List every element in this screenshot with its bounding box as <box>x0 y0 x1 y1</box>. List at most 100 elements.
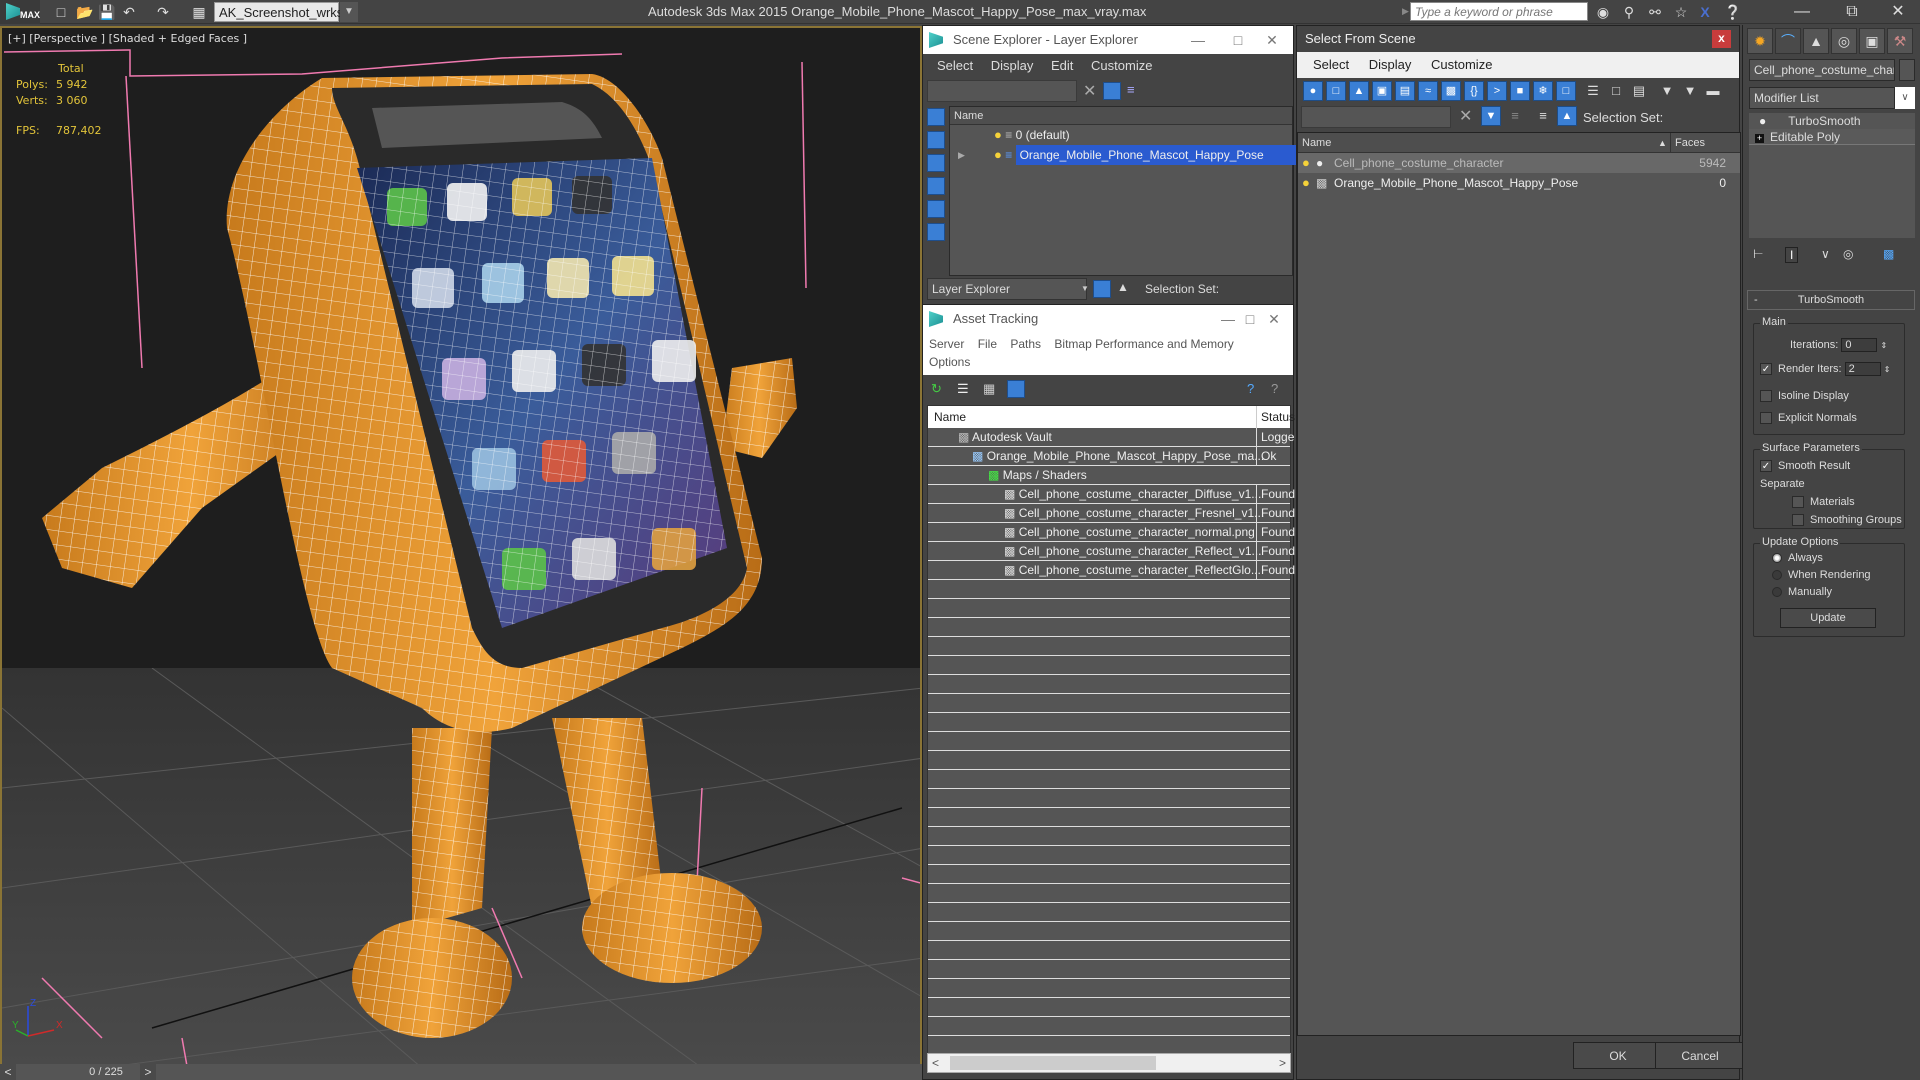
clear-icon[interactable]: ✕ <box>1083 81 1096 101</box>
hierarchy-icon[interactable]: ▲ <box>1557 106 1577 126</box>
groups-filter-icon[interactable]: ▩ <box>1441 81 1461 101</box>
help-icon[interactable]: ❔ <box>1724 3 1742 21</box>
object-row-selected[interactable]: ● ● Cell_phone_costume_character 5942 <box>1298 153 1740 173</box>
horizontal-scrollbar[interactable]: < > <box>927 1053 1291 1073</box>
menu-paths[interactable]: Paths <box>1010 337 1041 351</box>
asset-row[interactable]: ▩ Cell_phone_costume_character_Diffuse_v… <box>928 485 1295 504</box>
undo-icon[interactable]: ↶ <box>120 3 138 21</box>
show-end-result-icon[interactable]: I <box>1785 247 1799 263</box>
chevron-down-icon[interactable]: ▼ <box>1081 284 1089 293</box>
make-unique-icon[interactable]: ∨ <box>1821 247 1830 261</box>
project-folder-icon[interactable]: ▦ <box>190 3 208 21</box>
save-icon[interactable]: 💾 <box>98 3 116 21</box>
clear-icon[interactable]: ✕ <box>1459 106 1472 126</box>
materials-checkbox[interactable] <box>1792 496 1804 509</box>
menu-edit[interactable]: Edit <box>1051 58 1073 73</box>
search-expand-icon[interactable]: ▶ <box>1402 6 1409 17</box>
scene-explorer-titlebar[interactable]: Scene Explorer - Layer Explorer — □ ✕ <box>923 26 1293 54</box>
close-button[interactable]: ✕ <box>1876 0 1920 24</box>
new-file-icon[interactable]: □ <box>52 3 70 21</box>
close-button[interactable]: ✕ <box>1259 305 1289 333</box>
asset-row[interactable]: ▩ Cell_phone_costume_character_Fresnel_v… <box>928 504 1295 523</box>
remove-modifier-icon[interactable]: ◎ <box>1843 247 1853 261</box>
thumbnail-view-icon[interactable]: ▦ <box>983 381 995 397</box>
frame-indicator[interactable]: 0 / 225 <box>60 1064 152 1080</box>
menu-bitmap-performance[interactable]: Bitmap Performance and Memory <box>1054 337 1233 351</box>
configure-sets-icon[interactable]: ▩ <box>1883 247 1894 261</box>
menu-customize[interactable]: Customize <box>1431 57 1492 72</box>
minimize-button[interactable]: — <box>1183 26 1213 54</box>
containers-filter-icon[interactable]: ■ <box>1510 81 1530 101</box>
spacewarps-filter-icon[interactable]: ≈ <box>1418 81 1438 101</box>
menu-select[interactable]: Select <box>937 58 973 73</box>
utilities-tab-icon[interactable]: ⚒ <box>1887 28 1913 54</box>
shapes-filter-icon[interactable] <box>927 131 945 149</box>
menu-display[interactable]: Display <box>1369 57 1412 72</box>
isoline-checkbox[interactable] <box>1760 390 1772 403</box>
search-input[interactable]: Type a keyword or phrase <box>1410 2 1588 21</box>
asset-row[interactable]: ▩ Autodesk Vault Logge <box>928 428 1294 447</box>
hierarchy-icon[interactable]: ▲ <box>1117 280 1129 294</box>
scroll-left-icon[interactable]: < <box>932 1056 939 1070</box>
select-from-scene-titlebar[interactable]: Select From Scene x <box>1297 26 1739 52</box>
asset-row[interactable]: ▩ Orange_Mobile_Phone_Mascot_Happy_Pose_… <box>928 447 1290 466</box>
spacewarps-filter-icon[interactable] <box>927 223 945 241</box>
update-button[interactable]: Update <box>1780 608 1876 628</box>
column-name[interactable]: Name <box>1298 137 1331 149</box>
modifier-on-bulb-icon[interactable]: ● <box>1759 114 1766 128</box>
asset-row[interactable]: ▩ Maps / Shaders <box>928 466 1290 485</box>
select-all-icon[interactable]: ☰ <box>1583 81 1603 101</box>
visibility-bulb-icon[interactable]: ● <box>1302 153 1310 173</box>
explorer-type-dropdown[interactable]: Layer Explorer <box>927 278 1087 300</box>
menu-options[interactable]: Options <box>929 355 970 369</box>
restore-button[interactable]: ⧉ <box>1830 0 1874 24</box>
object-color-swatch[interactable] <box>1899 59 1915 81</box>
collapse-icon[interactable]: - <box>1754 291 1758 309</box>
spinner-arrows-icon[interactable]: ⇕ <box>1880 341 1887 350</box>
workspace-menu-arrow[interactable]: ▼ <box>340 2 358 22</box>
layer-tree[interactable]: Name ● ≡ 0 (default) ▶ ● ≡ Orange_Mobile… <box>949 106 1306 276</box>
workspace-dropdown[interactable]: AK_Screenshot_wrksp <box>214 2 351 22</box>
visibility-bulb-icon[interactable]: ● <box>994 147 1002 162</box>
open-file-icon[interactable]: 📂 <box>76 3 94 21</box>
asset-row[interactable]: ▩ Cell_phone_costume_character_ReflectGl… <box>928 561 1295 580</box>
maximize-button[interactable]: □ <box>1223 26 1253 54</box>
motion-tab-icon[interactable]: ◎ <box>1831 28 1857 54</box>
explicit-normals-checkbox[interactable] <box>1760 412 1772 425</box>
layer-mode-icon[interactable]: ≡ <box>1533 106 1553 126</box>
hierarchy-tab-icon[interactable]: ▲ <box>1803 28 1829 54</box>
object-row[interactable]: ● ▩ Orange_Mobile_Phone_Mascot_Happy_Pos… <box>1298 173 1740 193</box>
redo-icon[interactable]: ↷ <box>154 3 172 21</box>
helpers-filter-icon[interactable]: ▤ <box>1395 81 1415 101</box>
spinner-arrows-icon[interactable]: ⇕ <box>1884 365 1891 374</box>
cameras-filter-icon[interactable] <box>927 177 945 195</box>
layers-add-icon[interactable]: ≡ <box>1505 106 1525 126</box>
iterations-spinner[interactable]: 0 <box>1841 338 1878 352</box>
visibility-bulb-icon[interactable]: ● <box>994 127 1002 142</box>
star-icon[interactable]: ☆ <box>1672 3 1690 21</box>
layer-row-selected[interactable]: ▶ ● ≡ Orange_Mobile_Phone_Mascot_Happy_P… <box>950 145 1306 165</box>
asset-tracking-titlebar[interactable]: Asset Tracking — □ ✕ <box>923 305 1293 333</box>
find-input[interactable] <box>927 80 1077 102</box>
binoculars-icon[interactable]: ◉ <box>1594 3 1612 21</box>
object-name-field[interactable]: Cell_phone_costume_charact <box>1749 59 1895 81</box>
columns-icon[interactable]: ▬ <box>1703 81 1723 101</box>
column-name[interactable]: Name <box>950 107 1292 125</box>
cameras-filter-icon[interactable]: ▣ <box>1372 81 1392 101</box>
pin-stack-icon[interactable]: ⊢ <box>1753 247 1763 261</box>
find-input[interactable] <box>1301 106 1451 128</box>
x-icon[interactable]: X <box>1696 3 1714 21</box>
select-invert-icon[interactable]: ▤ <box>1629 81 1649 101</box>
key-icon[interactable]: ⚲ <box>1620 3 1638 21</box>
helpers-filter-icon[interactable] <box>927 200 945 218</box>
render-iters-spinner[interactable]: 2 <box>1844 362 1881 376</box>
create-tab-icon[interactable]: ✹ <box>1747 28 1773 54</box>
lights-filter-icon[interactable] <box>927 154 945 172</box>
geometry-filter-icon[interactable] <box>927 108 945 126</box>
visibility-bulb-icon[interactable]: ● <box>1302 173 1310 193</box>
column-faces[interactable]: Faces <box>1670 133 1726 153</box>
always-radio[interactable] <box>1772 553 1782 564</box>
filter-icon[interactable] <box>1103 82 1121 100</box>
chevron-down-icon[interactable]: ∨ <box>1895 87 1915 109</box>
select-none-icon[interactable]: □ <box>1606 81 1626 101</box>
